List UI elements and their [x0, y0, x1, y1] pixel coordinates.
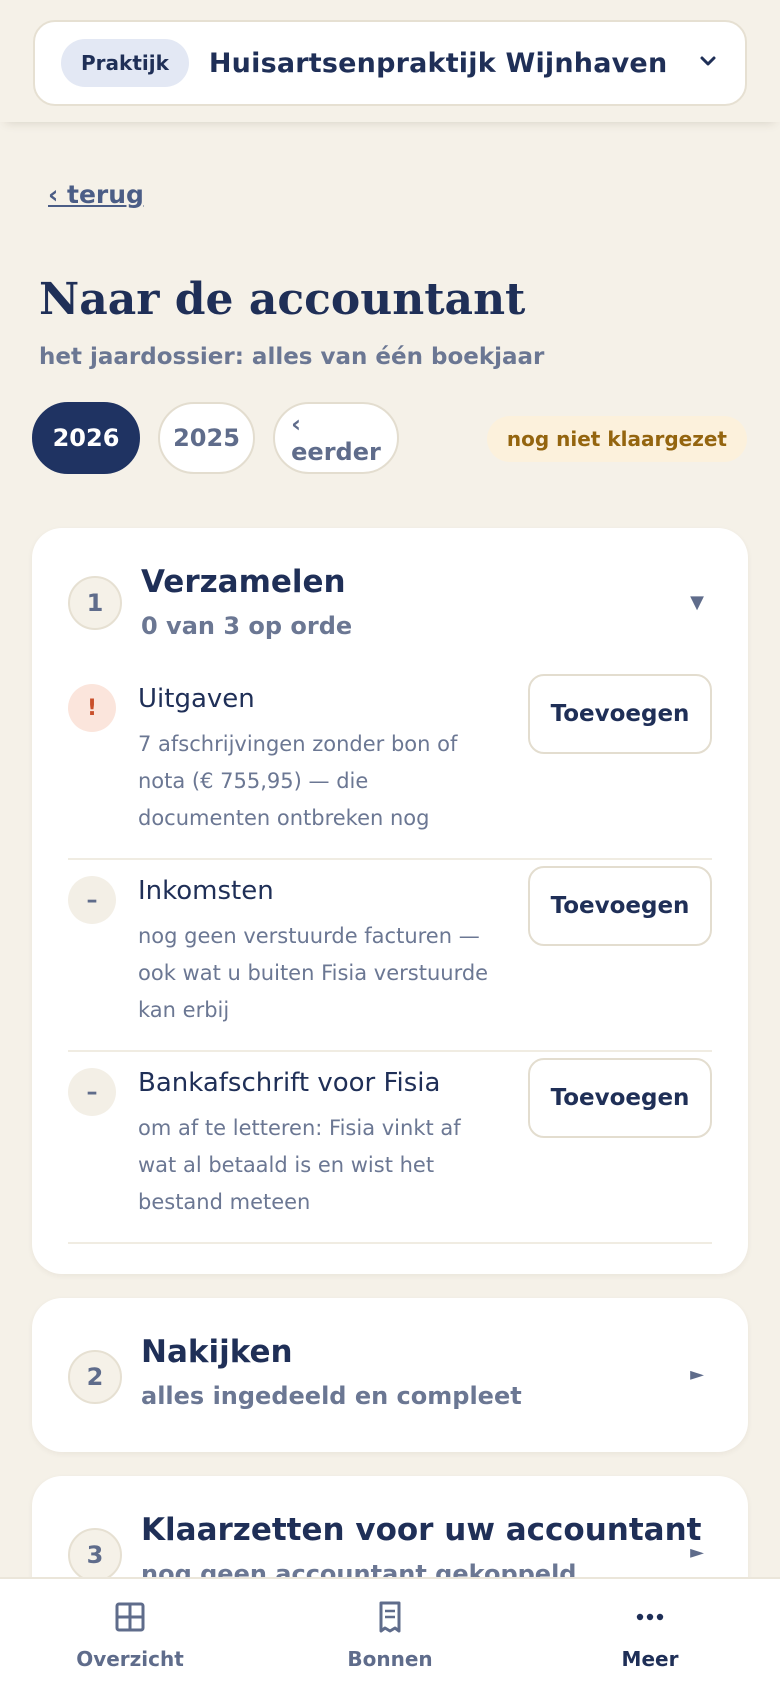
- chevron-down-icon: [697, 50, 719, 76]
- step-title: Klaarzetten voor uw accountant: [141, 1512, 702, 1548]
- practice-badge: Praktijk: [61, 39, 189, 87]
- status-badge: nog niet klaargezet: [486, 416, 747, 462]
- year-pill-2026[interactable]: 2026: [32, 402, 140, 474]
- nav-item-bonnen[interactable]: Bonnen: [260, 1579, 520, 1688]
- step-number: 3: [68, 1528, 122, 1582]
- collapse-triangle-icon[interactable]: ▼: [690, 592, 704, 613]
- add-button[interactable]: Toevoegen: [528, 674, 712, 754]
- receipt-icon: [373, 1600, 407, 1639]
- step-subtitle: 0 van 3 op orde: [141, 612, 353, 640]
- list-item: – Bankafschrift voor Fisia om af te lett…: [68, 1052, 712, 1244]
- bottom-nav: Overzicht Bonnen Meer: [0, 1577, 780, 1688]
- more-dots-icon: [633, 1600, 667, 1639]
- year-selector: 2026 2025 ‹ eerder: [32, 402, 399, 474]
- step-card-nakijken[interactable]: 2 Nakijken alles ingedeeld en compleet ►: [32, 1298, 748, 1452]
- year-pill-earlier[interactable]: ‹ eerder: [273, 402, 399, 474]
- top-bar: Praktijk Huisartsenpraktijk Wijnhaven: [0, 0, 780, 122]
- item-description: 7 afschrijvingen zonder bon of nota (€ 7…: [138, 732, 458, 830]
- item-title: Uitgaven: [138, 684, 255, 714]
- expand-triangle-icon[interactable]: ►: [690, 1364, 704, 1385]
- item-description: om af te letteren: Fisia vinkt af wat al…: [138, 1116, 461, 1214]
- step-card-verzamelen: 1 Verzamelen 0 van 3 op orde ▼ ! Uitgave…: [32, 528, 748, 1274]
- item-description: nog geen verstuurde facturen — ook wat u…: [138, 924, 489, 1022]
- item-title: Inkomsten: [138, 876, 274, 906]
- nav-item-overzicht[interactable]: Overzicht: [0, 1579, 260, 1688]
- year-pill-2025[interactable]: 2025: [158, 402, 255, 474]
- expand-triangle-icon[interactable]: ►: [690, 1542, 704, 1563]
- add-button[interactable]: Toevoegen: [528, 1058, 712, 1138]
- page-title: Naar de accountant: [39, 274, 526, 325]
- grid-icon: [113, 1600, 147, 1639]
- nav-label: Bonnen: [347, 1647, 433, 1671]
- list-item: – Inkomsten nog geen verstuurde facturen…: [68, 860, 712, 1052]
- step-title: Verzamelen: [141, 564, 346, 600]
- step-number: 1: [68, 576, 122, 630]
- item-title: Bankafschrift voor Fisia: [138, 1068, 441, 1098]
- back-link[interactable]: ‹ terug: [48, 180, 144, 209]
- nav-label: Overzicht: [76, 1647, 184, 1671]
- add-button[interactable]: Toevoegen: [528, 866, 712, 946]
- dash-icon: –: [68, 1068, 116, 1116]
- page-subtitle: het jaardossier: alles van één boekjaar: [39, 344, 545, 370]
- step-title: Nakijken: [141, 1334, 293, 1370]
- practice-name: Huisartsenpraktijk Wijnhaven: [208, 47, 668, 79]
- list-item: ! Uitgaven 7 afschrijvingen zonder bon o…: [68, 668, 712, 860]
- step-header[interactable]: 2 Nakijken alles ingedeeld en compleet ►: [32, 1298, 748, 1438]
- practice-selector[interactable]: Praktijk Huisartsenpraktijk Wijnhaven: [33, 20, 747, 106]
- nav-item-meer[interactable]: Meer: [520, 1579, 780, 1688]
- checklist: ! Uitgaven 7 afschrijvingen zonder bon o…: [68, 668, 712, 1244]
- step-header[interactable]: 1 Verzamelen 0 van 3 op orde ▼: [32, 528, 748, 668]
- nav-label: Meer: [621, 1647, 679, 1671]
- warning-icon: !: [68, 684, 116, 732]
- step-subtitle: alles ingedeeld en compleet: [141, 1382, 522, 1410]
- step-number: 2: [68, 1350, 122, 1404]
- dash-icon: –: [68, 876, 116, 924]
